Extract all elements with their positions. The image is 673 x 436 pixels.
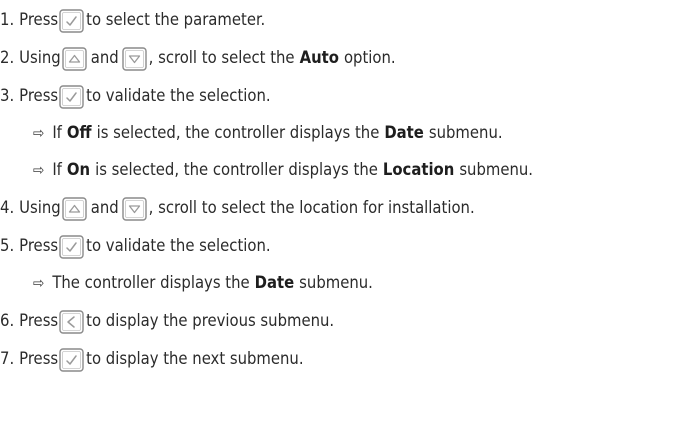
step-2: 2. Using and , scroll to select the Auto… — [0, 40, 396, 71]
step-3: 3. Press to validate the selection. — [0, 78, 271, 109]
up-key-icon — [62, 197, 87, 221]
step-emphasis: On — [66, 160, 91, 179]
step-text: to select the parameter. — [86, 10, 266, 29]
step-text: submenu. — [459, 160, 534, 179]
step-number: 2. — [0, 48, 15, 67]
check-key-icon — [59, 348, 84, 372]
arrow-right-icon: ⇨ — [33, 274, 45, 292]
step-text: , scroll to select the — [148, 48, 295, 67]
step-5-result: ⇨ The controller displays the Date subme… — [33, 265, 373, 293]
check-key-icon — [59, 85, 84, 109]
step-number: 7. — [0, 349, 15, 368]
step-text: If — [52, 123, 62, 142]
step-emphasis: Off — [66, 123, 92, 142]
down-key-icon — [121, 47, 147, 71]
check-key-icon — [59, 9, 84, 33]
step-text: Press — [19, 236, 59, 255]
arrow-right-icon: ⇨ — [33, 161, 45, 179]
step-number: 6. — [0, 311, 15, 330]
step-text: to validate the selection. — [86, 236, 271, 255]
step-text: and — [90, 48, 119, 67]
up-key-icon — [62, 47, 87, 71]
step-text: submenu. — [299, 273, 373, 292]
step-3-result-on: ⇨ If On is selected, the controller disp… — [33, 152, 533, 180]
step-text: Press — [19, 349, 59, 368]
step-text: to display the previous submenu. — [86, 311, 335, 330]
step-text: submenu. — [428, 123, 503, 142]
step-5: 5. Press to validate the selection. — [0, 228, 271, 259]
step-number: 1. — [0, 10, 15, 29]
instruction-list: 1. Press to select the parameter. 2. Usi… — [0, 0, 673, 436]
step-number: 4. — [0, 198, 15, 217]
step-emphasis: Date — [384, 123, 424, 142]
step-1: 1. Press to select the parameter. — [0, 2, 266, 33]
step-text: and — [90, 198, 119, 217]
step-text: , scroll to select the location for inst… — [148, 198, 475, 217]
step-text: Using — [19, 48, 61, 67]
left-key-icon — [59, 310, 84, 334]
step-text: is selected, the controller displays the — [96, 123, 380, 142]
step-6: 6. Press to display the previous submenu… — [0, 303, 335, 334]
step-text: The controller displays the — [52, 273, 250, 292]
step-emphasis: Date — [254, 273, 295, 292]
check-key-icon — [59, 235, 84, 259]
step-text: is selected, the controller displays the — [95, 160, 378, 179]
step-text: to validate the selection. — [86, 86, 271, 105]
step-text: Using — [19, 198, 61, 217]
step-number: 5. — [0, 236, 15, 255]
step-text: Press — [19, 311, 59, 330]
step-4: 4. Using and , scroll to select the loca… — [0, 190, 475, 221]
step-7: 7. Press to display the next submenu. — [0, 341, 304, 372]
arrow-right-icon: ⇨ — [33, 124, 45, 142]
step-emphasis: Auto — [299, 48, 339, 67]
step-text: Press — [19, 10, 59, 29]
step-text: to display the next submenu. — [86, 349, 304, 368]
down-key-icon — [121, 197, 147, 221]
step-text: If — [52, 160, 62, 179]
step-text: Press — [19, 86, 59, 105]
step-3-result-off: ⇨ If Off is selected, the controller dis… — [33, 115, 503, 143]
step-emphasis: Location — [382, 160, 455, 179]
step-number: 3. — [0, 86, 15, 105]
step-text: option. — [343, 48, 396, 67]
